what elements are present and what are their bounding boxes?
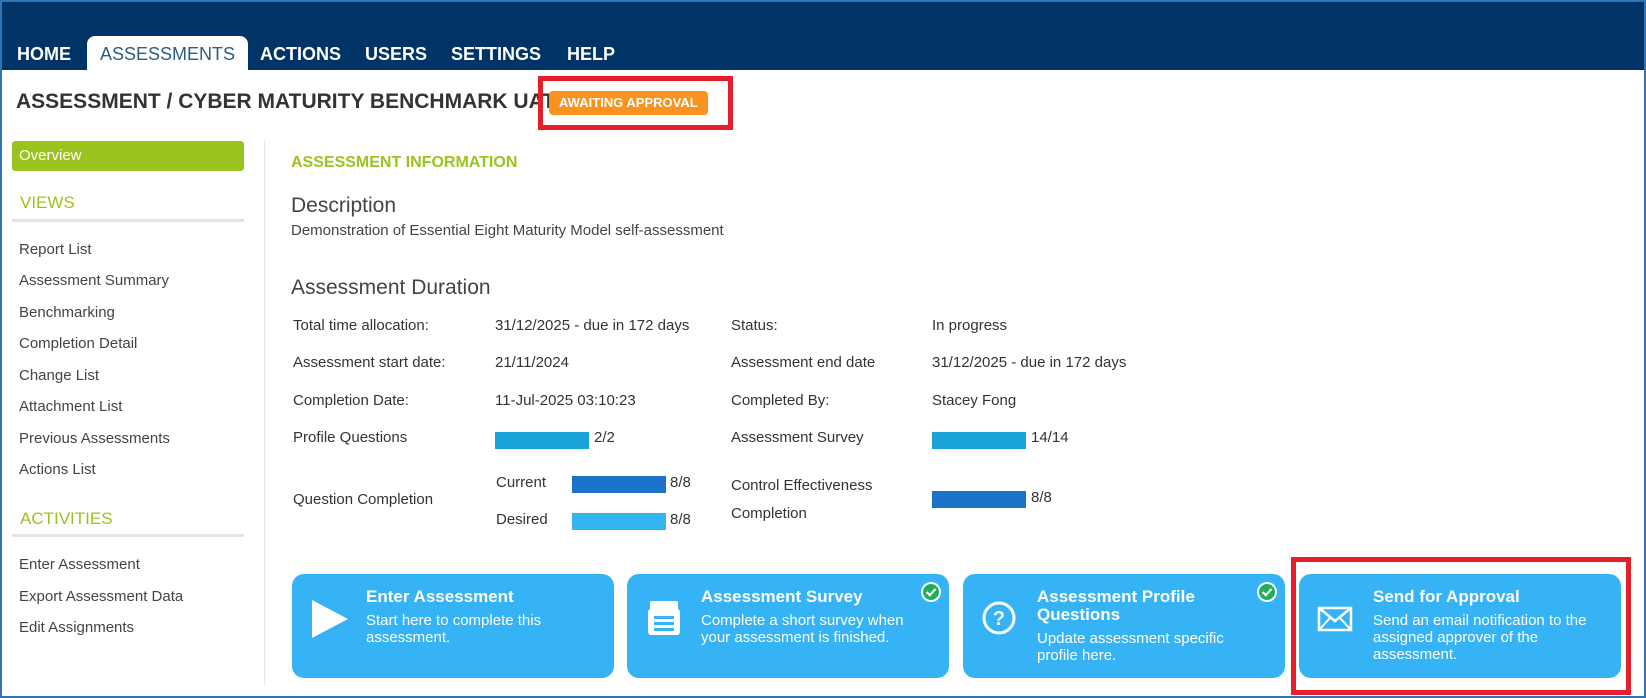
control-effectiveness-value: 8/8 bbox=[1031, 489, 1052, 506]
start-date-value: 21/11/2024 bbox=[495, 354, 569, 371]
tab-users[interactable]: USERS bbox=[352, 36, 440, 72]
end-date-label: Assessment end date bbox=[731, 354, 876, 371]
card-desc-line: your assessment is finished. bbox=[701, 629, 890, 646]
desired-label: Desired bbox=[496, 511, 548, 528]
card-desc-line: Update assessment specific bbox=[1037, 630, 1224, 647]
views-divider bbox=[12, 219, 244, 222]
assessment-information-heading: ASSESSMENT INFORMATION bbox=[291, 154, 518, 171]
total-time-value: 31/12/2025 - due in 172 days bbox=[495, 317, 690, 334]
sidebar-item-attachment-list[interactable]: Attachment List bbox=[19, 398, 122, 415]
question-icon: ? bbox=[982, 601, 1016, 635]
sidebar-item-change-list[interactable]: Change List bbox=[19, 367, 99, 384]
card-desc-line: Send an email notification to the bbox=[1373, 612, 1587, 629]
control-effectiveness-label: Control Effectiveness bbox=[731, 477, 873, 494]
description-heading: Description bbox=[291, 194, 397, 217]
send-for-approval-card[interactable]: Send for Approval Send an email notifica… bbox=[1299, 574, 1621, 678]
assessment-profile-questions-card[interactable]: ? Assessment Profile Questions Update as… bbox=[963, 574, 1285, 678]
profile-questions-value: 2/2 bbox=[594, 429, 615, 446]
app-frame: HOME ASSESSMENTS ACTIONS USERS SETTINGS … bbox=[0, 0, 1646, 698]
svg-text:?: ? bbox=[993, 608, 1005, 630]
sidebar-item-overview[interactable]: Overview bbox=[12, 141, 244, 171]
end-date-value: 31/12/2025 - due in 172 days bbox=[932, 354, 1127, 371]
assessment-survey-card[interactable]: Assessment Survey Complete a short surve… bbox=[627, 574, 949, 678]
current-value: 8/8 bbox=[670, 474, 691, 491]
card-title: Send for Approval bbox=[1373, 587, 1520, 606]
status-label: Status: bbox=[731, 317, 778, 334]
card-title: Assessment Survey bbox=[701, 587, 863, 606]
top-navigation: HOME ASSESSMENTS ACTIONS USERS SETTINGS … bbox=[2, 2, 1644, 72]
survey-icon bbox=[648, 601, 680, 635]
enter-assessment-card[interactable]: Enter Assessment Start here to complete … bbox=[292, 574, 614, 678]
views-heading: VIEWS bbox=[20, 193, 75, 212]
sidebar-item-assessment-summary[interactable]: Assessment Summary bbox=[19, 272, 169, 289]
profile-questions-progress-bar bbox=[495, 432, 589, 449]
total-time-label: Total time allocation: bbox=[293, 317, 429, 334]
sidebar-item-completion-detail[interactable]: Completion Detail bbox=[19, 335, 137, 352]
card-desc-line: assigned approver of the bbox=[1373, 629, 1539, 646]
card-desc-line: Complete a short survey when bbox=[701, 612, 904, 629]
desired-value: 8/8 bbox=[670, 511, 691, 528]
sidebar-item-edit-assignments[interactable]: Edit Assignments bbox=[19, 619, 134, 636]
envelope-icon bbox=[1317, 606, 1353, 632]
control-completion-label: Completion bbox=[731, 505, 807, 522]
assessment-survey-value: 14/14 bbox=[1031, 429, 1069, 446]
completed-check-icon bbox=[1257, 582, 1277, 602]
description-text: Demonstration of Essential Eight Maturit… bbox=[291, 222, 724, 239]
card-title: Enter Assessment bbox=[366, 587, 514, 606]
card-title-line: Questions bbox=[1037, 605, 1121, 624]
question-completion-label: Question Completion bbox=[293, 491, 434, 508]
sidebar-item-enter-assessment[interactable]: Enter Assessment bbox=[19, 556, 140, 573]
duration-heading: Assessment Duration bbox=[291, 276, 491, 299]
sidebar-item-report-list[interactable]: Report List bbox=[19, 241, 92, 258]
activities-divider bbox=[12, 534, 244, 537]
card-desc-line: profile here. bbox=[1037, 647, 1117, 664]
completion-date-value: 11-Jul-2025 03:10:23 bbox=[495, 392, 636, 409]
completion-date-label: Completion Date: bbox=[293, 392, 409, 409]
control-effectiveness-progress-bar bbox=[932, 491, 1026, 508]
play-icon bbox=[312, 600, 348, 638]
sidebar-divider bbox=[264, 141, 265, 686]
tab-settings[interactable]: SETTINGS bbox=[438, 36, 554, 72]
completed-check-icon bbox=[921, 582, 941, 602]
tab-help[interactable]: HELP bbox=[554, 36, 628, 72]
completed-by-value: Stacey Fong bbox=[932, 392, 1017, 409]
status-badge: AWAITING APPROVAL bbox=[549, 91, 708, 115]
start-date-label: Assessment start date: bbox=[293, 354, 446, 371]
desired-progress-bar bbox=[572, 513, 666, 530]
sidebar-item-benchmarking[interactable]: Benchmarking bbox=[19, 304, 115, 321]
current-progress-bar bbox=[572, 476, 666, 493]
sidebar-item-export-assessment-data[interactable]: Export Assessment Data bbox=[19, 588, 183, 605]
page-title: ASSESSMENT / CYBER MATURITY BENCHMARK UA… bbox=[16, 90, 556, 113]
tab-assessments[interactable]: ASSESSMENTS bbox=[87, 36, 249, 72]
current-label: Current bbox=[496, 474, 547, 491]
sidebar-item-actions-list[interactable]: Actions List bbox=[19, 461, 96, 478]
card-desc-line: Start here to complete this bbox=[366, 612, 542, 629]
tab-actions[interactable]: ACTIONS bbox=[247, 36, 354, 72]
card-desc-line: assessment. bbox=[1373, 646, 1458, 663]
profile-questions-label: Profile Questions bbox=[293, 429, 408, 446]
card-title-line: Assessment Profile bbox=[1037, 587, 1195, 606]
activities-heading: ACTIVITIES bbox=[20, 509, 113, 528]
completed-by-label: Completed By: bbox=[731, 392, 830, 409]
sidebar-item-previous-assessments[interactable]: Previous Assessments bbox=[19, 430, 170, 447]
assessment-survey-progress-bar bbox=[932, 432, 1026, 449]
card-desc-line: assessment. bbox=[366, 629, 451, 646]
assessment-survey-label: Assessment Survey bbox=[731, 429, 864, 446]
tab-home[interactable]: HOME bbox=[4, 36, 84, 72]
status-value: In progress bbox=[932, 317, 1008, 334]
